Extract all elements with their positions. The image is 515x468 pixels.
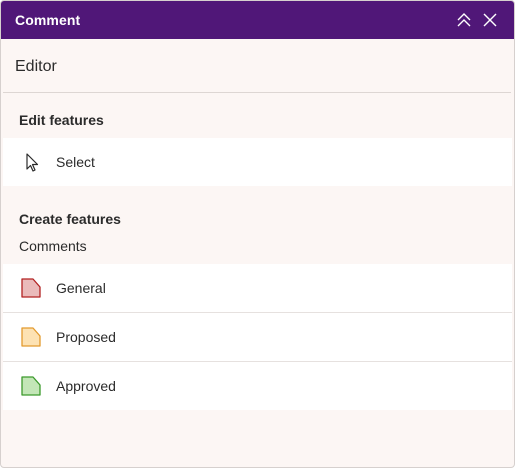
template-general-row[interactable]: General (3, 264, 512, 312)
create-features-heading: Create features (19, 211, 121, 227)
panel-title: Comment (15, 12, 81, 28)
select-label: Select (56, 154, 95, 170)
template-proposed-label: Proposed (56, 329, 116, 345)
polygon-swatch-icon (21, 278, 41, 298)
editor-title: Editor (15, 58, 57, 75)
chevrons-up-icon (457, 13, 471, 27)
collapse-button[interactable] (453, 9, 475, 31)
template-proposed-row[interactable]: Proposed (3, 313, 512, 361)
polygon-swatch-icon (21, 327, 41, 347)
polygon-swatch-icon (21, 376, 41, 396)
cursor-arrow-icon (26, 153, 39, 172)
panel-header: Comment (1, 1, 514, 39)
comment-panel: Comment Editor Edit features Select Crea… (0, 0, 515, 468)
header-divider (3, 92, 511, 93)
template-approved-label: Approved (56, 378, 116, 394)
close-button[interactable] (479, 9, 501, 31)
select-tool-row[interactable]: Select (3, 138, 512, 186)
layer-name-comments: Comments (19, 238, 87, 254)
template-general-label: General (56, 280, 106, 296)
template-approved-row[interactable]: Approved (3, 362, 512, 410)
edit-features-heading: Edit features (19, 112, 104, 128)
close-icon (483, 13, 497, 27)
